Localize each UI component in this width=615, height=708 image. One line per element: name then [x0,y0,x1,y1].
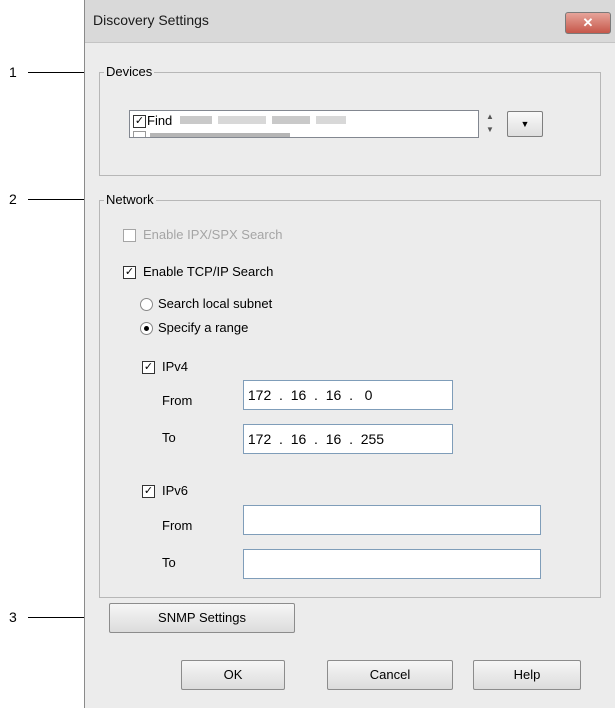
callout-3: 3 [9,609,17,625]
ipv4-label: IPv4 [162,359,189,374]
title-bar: Discovery Settings ✕ [85,0,615,43]
ipv6-from-label: From [162,518,193,533]
ipv4-to-field[interactable]: 172 . 16 . 16 . 255 [243,424,453,454]
ipx-label: Enable IPX/SPX Search [143,227,283,242]
devices-group-label: Devices [104,64,155,79]
network-group-label: Network [104,192,156,207]
devices-dropdown-button[interactable]: ▼ [507,111,543,137]
search-local-subnet-label: Search local subnet [158,296,273,311]
spin-up-icon[interactable]: ▲ [481,110,499,123]
tcpip-checkbox[interactable]: ✓ [123,266,136,279]
help-button[interactable]: Help [473,660,581,690]
redacted-text [272,116,310,124]
close-button[interactable]: ✕ [565,12,611,34]
ipv4-from-field[interactable]: 172 . 16 . 16 . 0 [243,380,453,410]
cancel-button[interactable]: Cancel [327,660,453,690]
ipv6-to-label: To [162,555,176,570]
ipx-checkbox[interactable] [123,229,136,242]
redacted-text [218,116,266,124]
redacted-text [180,116,212,124]
ipv6-to-field[interactable] [243,549,541,579]
ipv6-from-field[interactable] [243,505,541,535]
redacted-text [150,133,290,137]
specify-range-radio[interactable] [140,322,153,335]
ok-button[interactable]: OK [181,660,285,690]
ipv4-from-label: From [162,393,193,408]
devices-spinner[interactable]: ▲ ▼ [481,110,499,136]
chevron-down-icon: ▼ [520,119,530,129]
find-checkbox[interactable]: ✓ [133,115,146,128]
discovery-settings-dialog: Discovery Settings ✕ Devices ✓ Find ▲ ▼ … [84,0,615,708]
ipv4-to-label: To [162,430,176,445]
search-local-subnet-radio[interactable] [140,298,153,311]
callout-2: 2 [9,191,17,207]
second-item-checkbox[interactable] [133,131,146,137]
callout-1: 1 [9,64,17,80]
redacted-text [316,116,346,124]
devices-list[interactable]: ✓ Find [129,110,479,138]
snmp-settings-button[interactable]: SNMP Settings [109,603,295,633]
ipv6-checkbox[interactable]: ✓ [142,485,155,498]
close-icon: ✕ [582,15,594,30]
specify-range-label: Specify a range [158,320,249,335]
ipv6-label: IPv6 [162,483,189,498]
spin-down-icon[interactable]: ▼ [481,123,499,136]
tcpip-label: Enable TCP/IP Search [143,264,274,279]
find-item-label: Find [147,113,173,128]
ipv4-checkbox[interactable]: ✓ [142,361,155,374]
dialog-title: Discovery Settings [93,12,209,28]
